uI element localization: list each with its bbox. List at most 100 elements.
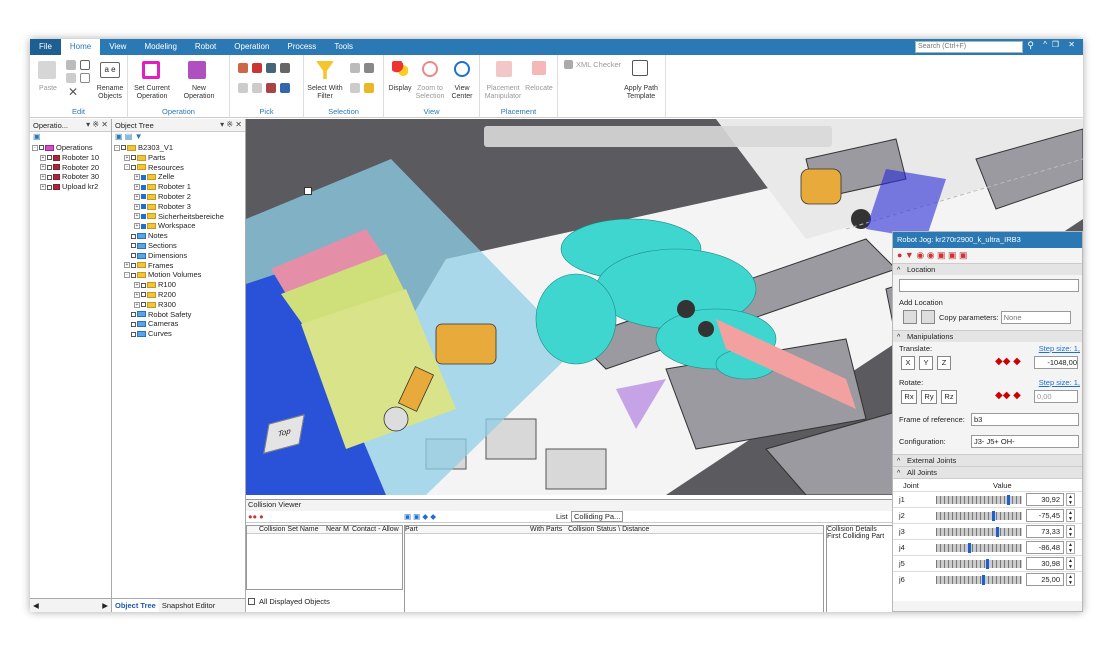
col-header[interactable]: Collision Status \ Distance (568, 526, 649, 533)
joint-slider[interactable] (936, 511, 1022, 521)
tab-modeling[interactable]: Modeling (135, 39, 185, 55)
tree-row[interactable]: +Curves (114, 329, 245, 339)
xml-checker-button[interactable]: XML Checker (576, 60, 621, 69)
undo-icon[interactable] (80, 60, 90, 70)
joint-slider-knob[interactable] (992, 511, 996, 521)
all-displayed-objects[interactable]: All Displayed Objects (248, 597, 330, 606)
joint-slider-knob[interactable] (995, 527, 999, 537)
configuration-select[interactable]: J3- J5+ OH- (971, 435, 1079, 448)
pick-icon-1[interactable] (238, 63, 248, 73)
joint-slider[interactable] (936, 543, 1022, 553)
joint-slider-knob[interactable] (1007, 495, 1011, 505)
rename-objects-button[interactable]: Rename Objects (94, 85, 126, 101)
view-center-button[interactable]: View Center (446, 85, 478, 101)
tab-home[interactable]: Home (60, 39, 101, 55)
tree-row[interactable]: + Roboter 1 (114, 182, 245, 192)
translate-step-size[interactable]: Step size: 1, (1039, 344, 1080, 353)
tree-row[interactable]: + Sicherheitsbereiche (114, 212, 245, 222)
tree-row[interactable]: + Zelle (114, 172, 245, 182)
tree-root[interactable]: - B2303_V1 (114, 143, 245, 153)
rotate-rz-button[interactable]: Rz (941, 390, 957, 404)
jog-arrows-icon[interactable]: ◆◆ ◆ (995, 356, 1021, 367)
frame-of-reference-select[interactable]: b3 (971, 413, 1079, 426)
collision-results-table[interactable]: Part With Parts Collision Status \ Distanc… (404, 525, 824, 612)
tab-operation[interactable]: Operation (225, 39, 278, 55)
tree-row[interactable]: + Upload kr2 (32, 182, 111, 192)
close-icon[interactable]: ✕ (1068, 40, 1075, 49)
col-header[interactable]: Part (405, 526, 530, 533)
translate-y-button[interactable]: Y (919, 356, 933, 370)
rotate-value[interactable]: 0,00 (1034, 390, 1078, 403)
relocate-button[interactable]: Relocate (524, 85, 554, 93)
copy-icon[interactable] (66, 73, 76, 83)
panel-controls-icon[interactable]: ▾ ※ ✕ (86, 120, 108, 129)
cut-icon[interactable] (66, 60, 76, 70)
display-button[interactable]: Display (386, 85, 414, 93)
delete-icon[interactable]: ✕ (68, 85, 78, 99)
tree-row[interactable]: + Roboter 10 (32, 153, 111, 163)
translate-x-button[interactable]: X (901, 356, 915, 370)
operations-scrollbar[interactable]: ◀ ▶ (30, 598, 111, 612)
joint-spinner[interactable]: ▲ ▼ (1066, 573, 1075, 586)
selection-icon-3[interactable] (350, 83, 360, 93)
tree-row[interactable]: + Roboter 3 (114, 202, 245, 212)
all-joints-section[interactable]: All Joints (893, 466, 1082, 480)
joint-spinner[interactable]: ▲ ▼ (1066, 541, 1075, 554)
placement-manipulator-button[interactable]: Placement Manipulator (480, 85, 526, 101)
pick-icon-2[interactable] (252, 63, 262, 73)
tab-file[interactable]: File (30, 39, 61, 55)
joint-value[interactable]: -86,48 (1026, 541, 1064, 554)
rotate-ry-button[interactable]: Ry (921, 390, 937, 404)
joint-value[interactable]: 73,33 (1026, 525, 1064, 538)
restore-icon[interactable]: ❐ (1052, 40, 1059, 49)
zoom-to-selection-button[interactable]: Zoom to Selection (414, 85, 446, 101)
translate-z-button[interactable]: Z (937, 356, 951, 370)
collision-toolbar-icons[interactable]: ●● ● (248, 512, 264, 521)
tree-row[interactable]: +Sections (114, 241, 245, 251)
panel-controls-icon[interactable]: ▾ ※ ✕ (220, 120, 242, 129)
tree-row[interactable]: + Roboter 20 (32, 163, 111, 173)
pick-icon-8[interactable] (280, 83, 290, 93)
search-icon[interactable]: ⚲ (1027, 40, 1034, 51)
tree-row[interactable]: + Workspace (114, 221, 245, 231)
tree-row[interactable]: + R300 (114, 300, 245, 310)
joint-value[interactable]: 25,00 (1026, 573, 1064, 586)
tree-row[interactable]: + Roboter 30 (32, 172, 111, 182)
col-header[interactable]: Collision Set Name (259, 526, 326, 533)
selection-icon-2[interactable] (364, 63, 374, 73)
tree-row[interactable]: + R200 (114, 290, 245, 300)
tab-snapshot-editor[interactable]: Snapshot Editor (159, 599, 218, 612)
pick-icon-4[interactable] (280, 63, 290, 73)
joint-value[interactable]: 30,98 (1026, 557, 1064, 570)
joint-spinner[interactable]: ▲ ▼ (1066, 509, 1075, 522)
pick-icon-5[interactable] (238, 83, 248, 93)
manipulations-section[interactable]: Manipulations (893, 330, 1082, 344)
robot-jog-toolbar[interactable]: ● ▼ ◉ ◉ ▣ ▣ ▣ (893, 248, 1082, 263)
collapse-ribbon-icon[interactable]: ^ (1043, 40, 1047, 49)
joint-slider-knob[interactable] (985, 559, 989, 569)
joint-value[interactable]: -75,45 (1026, 509, 1064, 522)
tree-row[interactable]: - Resources (114, 163, 245, 173)
tree-row[interactable]: + Parts (114, 153, 245, 163)
tree-row[interactable]: +Cameras (114, 319, 245, 329)
tree-row[interactable]: +Notes (114, 231, 245, 241)
tree-row[interactable]: - Operations (32, 143, 111, 153)
tab-view[interactable]: View (100, 39, 135, 55)
copy-location-icon[interactable] (921, 310, 935, 324)
operations-toolbar-icon[interactable]: ▣ (30, 132, 111, 143)
object-tree-toolbar[interactable]: ▣ ▤ ▼ (112, 132, 245, 143)
search-input[interactable]: Search (Ctrl+F) (915, 41, 1023, 53)
col-header[interactable]: Near M (326, 526, 352, 533)
tree-row[interactable]: + Roboter 2 (114, 192, 245, 202)
external-joints-section[interactable]: External Joints (893, 454, 1082, 468)
joint-spinner[interactable]: ▲ ▼ (1066, 525, 1075, 538)
tree-row[interactable]: + Frames (114, 261, 245, 271)
paste-button[interactable]: Paste (36, 85, 60, 93)
selection-icon-4[interactable] (364, 83, 374, 93)
joint-slider-knob[interactable] (981, 575, 985, 585)
tree-row[interactable]: +Robot Safety (114, 310, 245, 320)
location-input[interactable] (899, 279, 1079, 292)
tree-row[interactable]: +Dimensions (114, 251, 245, 261)
pick-icon-7[interactable] (266, 83, 276, 93)
apply-path-template-button[interactable]: Apply Path Template (620, 85, 662, 101)
